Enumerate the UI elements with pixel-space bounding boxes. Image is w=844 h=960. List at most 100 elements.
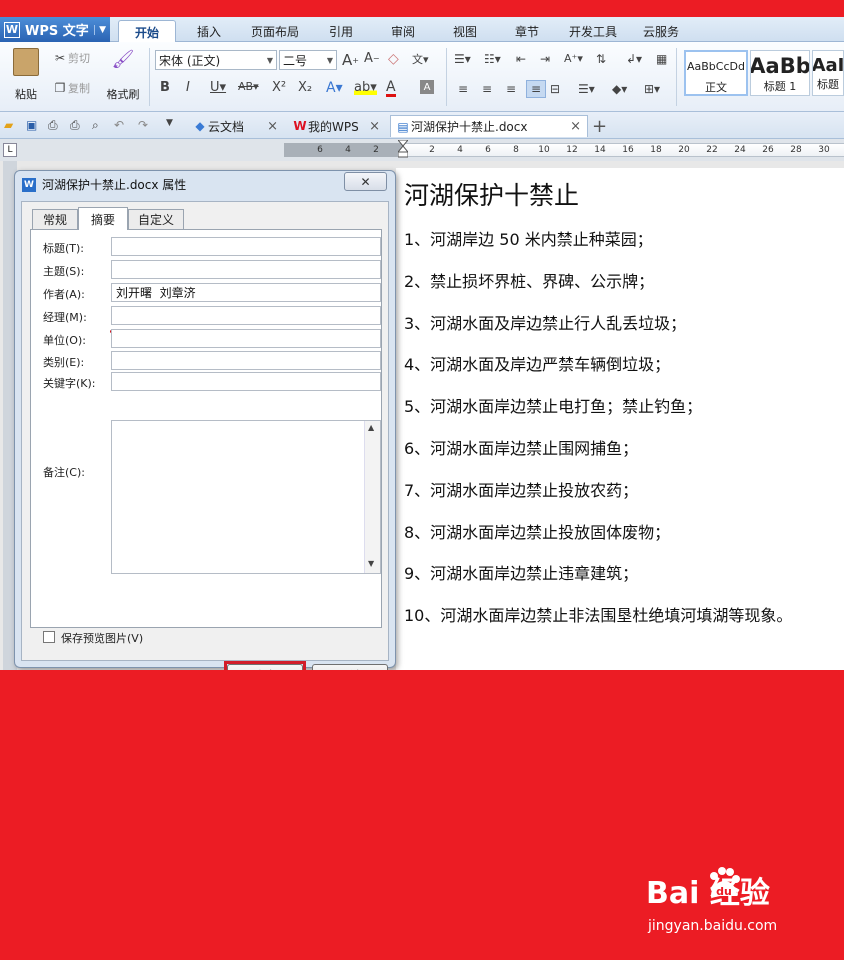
grow-font-icon[interactable]: A +	[342, 51, 359, 69]
superscript-icon[interactable]: X²	[272, 80, 286, 95]
print-preview-icon[interactable]: ⌕	[92, 118, 99, 133]
align-center-icon[interactable]: ≡	[482, 82, 492, 96]
increase-indent-icon[interactable]: ⇥	[540, 52, 550, 66]
tab-home[interactable]: 开始	[118, 20, 176, 43]
style-heading-1[interactable]: AaBb 标题 1	[750, 50, 810, 96]
sort-icon[interactable]: ⇅	[596, 52, 606, 66]
bold-icon[interactable]: B	[160, 80, 170, 95]
tab-page-layout[interactable]: 页面布局	[244, 20, 306, 42]
ruler-number: 20	[678, 145, 690, 155]
close-icon[interactable]: ×	[570, 119, 581, 134]
properties-dialog: W 河湖保护十禁止.docx 属性 ✕ 常规 摘要 自定义 标题(T): 主题(…	[14, 170, 396, 690]
bullet-list-icon[interactable]: ☰▾	[454, 52, 471, 66]
style-heading[interactable]: AaI 标题	[812, 50, 844, 96]
cloud-doc-icon: ◆	[195, 119, 205, 133]
open-folder-icon[interactable]: ▰	[4, 118, 13, 132]
manager-field-label: 经理(M):	[43, 311, 87, 324]
subscript-icon[interactable]: X₂	[298, 80, 312, 95]
doc-tab-active[interactable]: ▤ 河湖保护十禁止.docx ×	[390, 115, 588, 137]
tab-insert[interactable]: 插入	[182, 20, 236, 42]
save-icon[interactable]: ▣	[26, 118, 37, 132]
scroll-up-icon[interactable]: ▲	[368, 423, 374, 432]
tab-summary[interactable]: 摘要	[78, 207, 128, 230]
print-icon[interactable]: ⎙	[70, 118, 80, 133]
align-left-icon[interactable]: ≡	[458, 82, 468, 96]
scissors-icon: ✂	[54, 51, 66, 65]
close-icon[interactable]: ×	[267, 119, 278, 134]
undo-icon[interactable]: ↶	[114, 118, 124, 132]
subject-field-label: 主题(S):	[43, 265, 85, 278]
subject-field[interactable]	[111, 260, 381, 279]
title-field[interactable]	[111, 237, 381, 256]
tab-stop-selector[interactable]: L	[3, 143, 17, 157]
decrease-indent-icon[interactable]: ⇤	[516, 52, 526, 66]
bottom-red-background	[0, 670, 844, 960]
show-marks-icon[interactable]: ↲▾	[626, 52, 642, 66]
dialog-titlebar[interactable]: W 河湖保护十禁止.docx 属性	[15, 171, 395, 198]
close-icon: ✕	[360, 174, 371, 189]
ruler-number: 2	[373, 145, 379, 155]
cut-button[interactable]: ✂ 剪切	[52, 50, 90, 66]
close-icon[interactable]: ×	[369, 119, 380, 134]
tab-general[interactable]: 常规	[32, 209, 78, 229]
strikethrough-icon[interactable]: AB▾	[238, 80, 259, 93]
document-line: 10、河湖水面岸边禁止非法围垦杜绝填河填湖等现象。	[404, 606, 793, 626]
copy-button[interactable]: ❐ 复制	[52, 80, 90, 96]
line-spacing-icon[interactable]: ☰▾	[578, 82, 595, 96]
dialog-close-button[interactable]: ✕	[344, 172, 387, 191]
highlight-icon[interactable]: ab▾	[354, 80, 377, 95]
chevron-down-icon: ▼	[266, 55, 274, 65]
customize-toolbar-icon[interactable]: ▼	[166, 118, 173, 128]
paste-button[interactable]: 粘贴	[6, 48, 46, 106]
font-name-select[interactable]: 宋体 (正文) ▼	[155, 50, 277, 70]
justify-icon[interactable]: ≡	[526, 80, 546, 98]
underline-icon[interactable]: U▾	[210, 80, 226, 95]
comments-field[interactable]: ▲ ▼	[111, 420, 381, 574]
align-right-icon[interactable]: ≡	[506, 82, 516, 96]
manager-field[interactable]	[111, 306, 381, 325]
table-icon[interactable]: ▦	[656, 52, 667, 66]
shrink-font-icon[interactable]: A −	[364, 51, 380, 66]
document-line: 5、河湖水面岸边禁止电打鱼；禁止钓鱼；	[404, 397, 703, 417]
clear-format-icon[interactable]: ◇	[388, 51, 399, 67]
tab-developer[interactable]: 开发工具	[562, 20, 624, 42]
borders-icon[interactable]: ⊞▾	[644, 82, 660, 96]
save-preview-checkbox[interactable]	[43, 631, 55, 643]
indent-marker[interactable]	[396, 139, 410, 158]
phonetic-guide-icon[interactable]: 文▾	[412, 51, 429, 67]
tab-references[interactable]: 引用	[316, 20, 366, 42]
summary-panel: 标题(T): 主题(S): 作者(A): 刘开曙 刘章济 经理(M): 单位(O…	[30, 229, 382, 645]
chinese-layout-icon[interactable]: A⁺▾	[564, 52, 583, 65]
category-field[interactable]	[111, 351, 381, 370]
ruler-number: 8	[513, 145, 519, 155]
distributed-icon[interactable]: ⊟	[550, 82, 560, 96]
author-field[interactable]: 刘开曙 刘章济	[111, 283, 381, 302]
export-pdf-icon[interactable]: ⎙	[48, 118, 58, 133]
redo-icon[interactable]: ↷	[138, 118, 148, 132]
char-shading-icon[interactable]: A	[420, 80, 434, 94]
document-tab-bar: ▰ ▣ ⎙ ⎙ ⌕ ↶ ↷ ▼ ◆ 云文档 × W 我的WPS × ▤ 河湖保护…	[0, 112, 844, 139]
company-field[interactable]	[111, 329, 381, 348]
tab-view[interactable]: 视图	[440, 20, 490, 42]
ruler-number: 30	[818, 145, 830, 155]
keywords-field[interactable]	[111, 372, 381, 391]
scroll-down-icon[interactable]: ▼	[368, 559, 374, 568]
shading-icon[interactable]: ◆▾	[612, 82, 627, 96]
wps-menu-button[interactable]: W WPS 文字 ▼	[0, 17, 110, 42]
comments-scrollbar[interactable]: ▲ ▼	[364, 421, 380, 573]
italic-icon[interactable]: I	[186, 80, 190, 95]
doc-tab-my-wps[interactable]: W 我的WPS ×	[288, 115, 386, 137]
doc-tab-cloud[interactable]: ◆ 云文档 ×	[188, 115, 284, 137]
tab-section[interactable]: 章节	[502, 20, 552, 42]
tab-custom[interactable]: 自定义	[128, 209, 184, 229]
format-painter-button[interactable]: 🖌 格式刷	[103, 48, 143, 106]
tab-review[interactable]: 审阅	[378, 20, 428, 42]
font-size-select[interactable]: 二号 ▼	[279, 50, 337, 70]
tab-cloud-services[interactable]: 云服务	[634, 20, 688, 42]
new-tab-icon[interactable]: +	[592, 116, 607, 137]
style-normal[interactable]: AaBbCcDd 正文	[684, 50, 748, 96]
numbered-list-icon[interactable]: ☷▾	[484, 52, 501, 66]
dialog-title: 河湖保护十禁止.docx 属性	[42, 178, 187, 192]
text-effect-icon[interactable]: A▾	[326, 80, 343, 96]
font-color-icon[interactable]: A	[386, 80, 396, 97]
